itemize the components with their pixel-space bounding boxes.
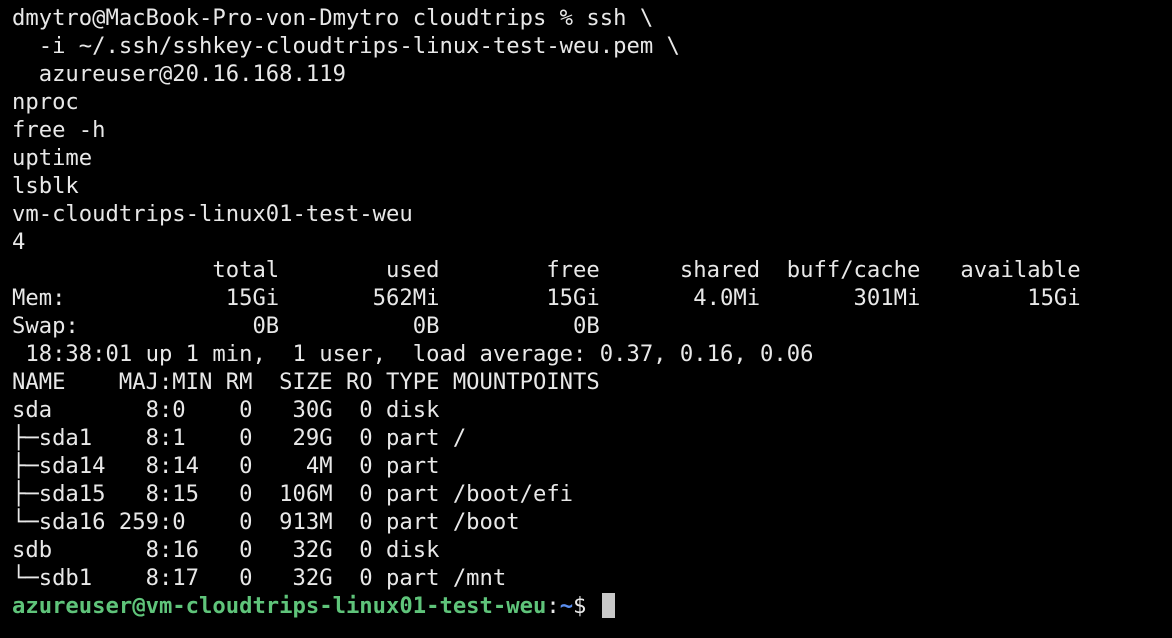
- terminal-output-free-swap: Swap: 0B 0B 0B: [12, 313, 600, 339]
- terminal-line-lsblk: lsblk: [12, 173, 79, 199]
- text-cursor[interactable]: [601, 593, 615, 618]
- terminal-output-lsblk-row: sdb 8:16 0 32G 0 disk: [12, 537, 440, 563]
- terminal-output-lsblk-row: └─sda16 259:0 0 913M 0 part /boot: [12, 509, 520, 535]
- terminal-line-nproc: nproc: [12, 89, 79, 115]
- terminal-line-ssh-command: dmytro@MacBook-Pro-von-Dmytro cloudtrips…: [12, 5, 654, 31]
- terminal-output-lsblk-row: ├─sda14 8:14 0 4M 0 part: [12, 453, 440, 479]
- terminal-output-free-mem: Mem: 15Gi 562Mi 15Gi 4.0Mi 301Mi 15Gi: [12, 285, 1081, 311]
- prompt-separator: :: [546, 593, 560, 619]
- terminal-line-ssh-key-option: -i ~/.ssh/sshkey-cloudtrips-linux-test-w…: [12, 33, 680, 59]
- terminal-output-uptime: 18:38:01 up 1 min, 1 user, load average:…: [12, 341, 814, 367]
- prompt-path: ~: [559, 593, 574, 619]
- terminal-output-nproc: 4: [12, 229, 26, 255]
- terminal-output-hostname: vm-cloudtrips-linux01-test-weu: [12, 201, 413, 227]
- terminal-output-free-header: total used free shared buff/cache availa…: [12, 257, 1081, 283]
- terminal-output-lsblk-row: └─sdb1 8:17 0 32G 0 part /mnt: [12, 565, 507, 591]
- terminal-prompt-line[interactable]: azureuser@vm-cloudtrips-linux01-test-weu…: [12, 592, 1172, 620]
- prompt-user-host: azureuser@vm-cloudtrips-linux01-test-weu: [12, 593, 547, 619]
- terminal-line-free: free -h: [12, 117, 106, 143]
- terminal-output-lsblk-header: NAME MAJ:MIN RM SIZE RO TYPE MOUNTPOINTS: [12, 369, 600, 395]
- terminal-line-ssh-target: azureuser@20.16.168.119: [12, 61, 346, 87]
- terminal-output-lsblk-row: sda 8:0 0 30G 0 disk: [12, 397, 440, 423]
- terminal-window[interactable]: dmytro@MacBook-Pro-von-Dmytro cloudtrips…: [0, 0, 1172, 638]
- terminal-output-lsblk-row: ├─sda15 8:15 0 106M 0 part /boot/efi: [12, 481, 574, 507]
- prompt-symbol: $: [573, 593, 600, 619]
- terminal-output-lsblk-row: ├─sda1 8:1 0 29G 0 part /: [12, 425, 467, 451]
- terminal-line-uptime: uptime: [12, 145, 93, 171]
